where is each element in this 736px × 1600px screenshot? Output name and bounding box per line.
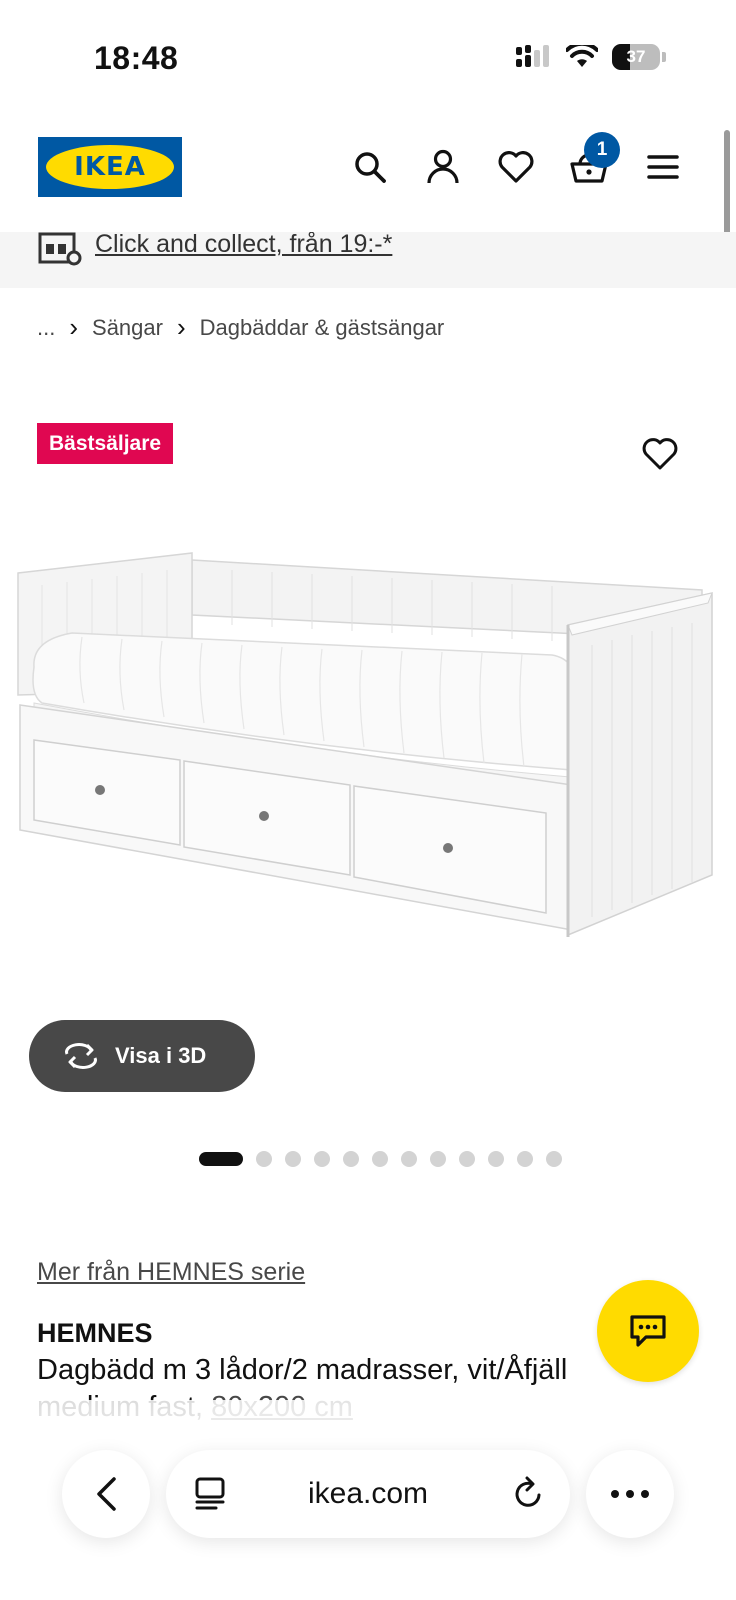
carousel-dot[interactable] [546,1151,562,1167]
carousel-dot[interactable] [488,1151,504,1167]
view-3d-button[interactable]: Visa i 3D [29,1020,255,1092]
menu-icon[interactable] [638,142,688,192]
carousel-dot[interactable] [285,1151,301,1167]
logo-text: IKEA [74,152,146,182]
status-bar: 18:48 37 [0,0,736,120]
bestseller-badge: Bästsäljare [37,423,174,464]
browser-more-button[interactable] [586,1450,674,1538]
carousel-dot[interactable] [430,1151,446,1167]
product-name: HEMNES [37,1318,153,1348]
site-header: IKEA 1 [0,120,736,232]
carousel-dot[interactable] [256,1151,272,1167]
url-text: ikea.com [307,1477,429,1510]
carousel-dot[interactable] [372,1151,388,1167]
product-image[interactable] [12,545,724,955]
cart-count-badge: 1 [584,132,620,168]
battery-level: 37 [626,47,646,66]
carousel-dot[interactable] [343,1151,359,1167]
add-to-favorites-button[interactable] [642,438,684,478]
rotate-3d-icon [65,1043,97,1069]
breadcrumb: ... › Sängar › Dagbäddar & gästsängar [37,312,444,343]
image-carousel-pagination [199,1151,562,1167]
logo-oval: IKEA [46,145,174,189]
carousel-dot-active[interactable] [199,1152,243,1166]
chevron-right-icon: › [176,312,186,342]
favorites-heart-icon[interactable] [491,142,541,192]
heart-icon [642,438,678,470]
click-and-collect-banner[interactable]: Click and collect, från 19:-* [0,232,736,288]
store-collect-icon [38,232,82,266]
status-time: 18:48 [94,40,179,76]
breadcrumb-item-sangar[interactable]: Sängar [92,315,163,341]
browser-back-button[interactable] [62,1450,150,1538]
account-icon[interactable] [418,142,468,192]
address-bar[interactable]: ikea.com [166,1450,570,1538]
cart-button[interactable]: 1 [564,132,620,192]
battery-indicator: 37 [612,44,666,70]
breadcrumb-item-dagbaddar[interactable]: Dagbäddar & gästsängar [200,315,445,341]
carousel-dot[interactable] [314,1151,330,1167]
ikea-logo[interactable]: IKEA [38,137,182,197]
carousel-dot[interactable] [459,1151,475,1167]
search-icon[interactable] [345,142,395,192]
browser-toolbar: ikea.com [0,1400,736,1600]
chat-button[interactable] [597,1280,699,1382]
chat-icon [630,1315,666,1347]
carousel-dot[interactable] [517,1151,533,1167]
more-dots-icon [611,1490,649,1498]
battery-icon: 37 [612,44,660,70]
status-icons: 37 [516,44,666,70]
carousel-dot[interactable] [401,1151,417,1167]
click-and-collect-link[interactable]: Click and collect, från 19:-* [95,232,392,257]
breadcrumb-ellipsis[interactable]: ... [37,315,55,341]
battery-cap [662,52,666,62]
view-3d-label: Visa i 3D [115,1043,207,1068]
reader-mode-icon[interactable] [194,1476,226,1510]
reload-icon[interactable] [512,1476,544,1510]
series-link[interactable]: Mer från HEMNES serie [37,1258,305,1287]
wifi-icon [566,45,598,67]
chevron-right-icon: › [69,312,79,342]
chevron-left-icon [97,1477,116,1511]
cellular-signal-icon [516,45,549,67]
